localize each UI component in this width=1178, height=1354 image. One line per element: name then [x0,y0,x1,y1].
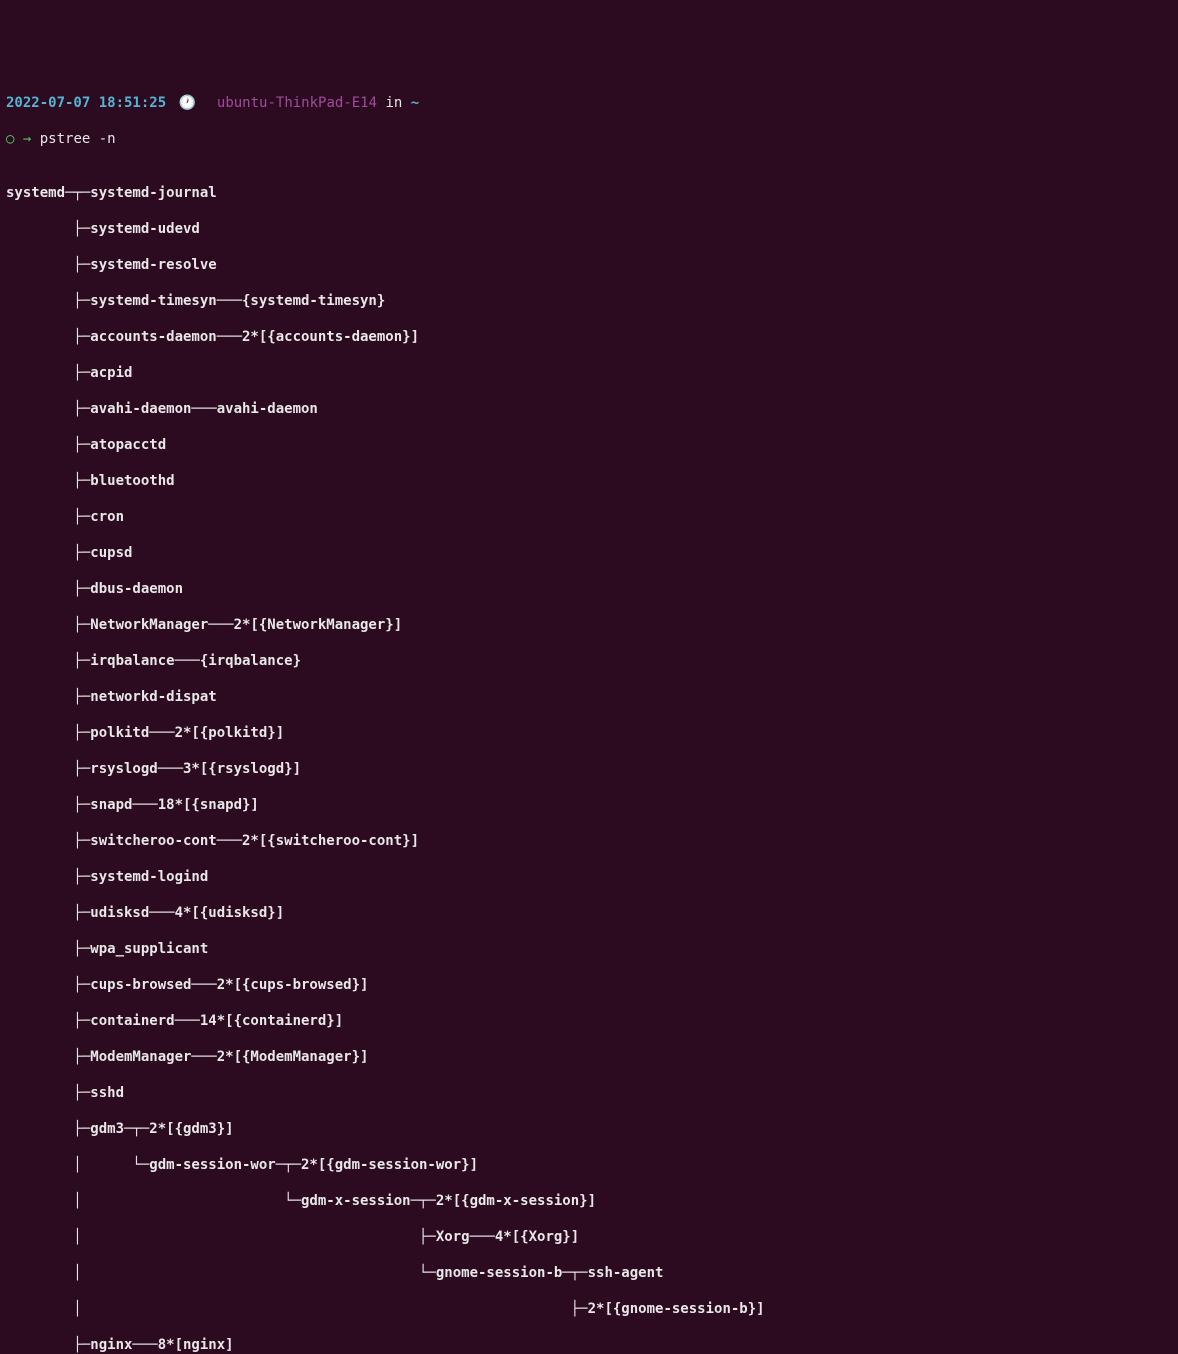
tree-line: ├─systemd-timesyn───{systemd-timesyn} [6,292,1172,310]
tree-line: ├─dbus-daemon [6,580,1172,598]
path: ~ [411,95,419,111]
tree-line: │ ├─Xorg───4*[{Xorg}] [6,1228,1172,1246]
prompt-arrow: → [23,131,31,147]
tree-line: ├─cups-browsed───2*[{cups-browsed}] [6,976,1172,994]
timestamp: 2022-07-07 18:51:25 [6,95,166,111]
tree-line: ├─sshd [6,1084,1172,1102]
hostname: ubuntu-ThinkPad-E14 [217,95,377,111]
clock-icon: 🕐 [179,95,196,111]
prompt-line-1: 2022-07-07 18:51:25 🕐 ubuntu-ThinkPad-E1… [6,94,1172,112]
tree-line: ├─bluetoothd [6,472,1172,490]
tree-line: ├─snapd───18*[{snapd}] [6,796,1172,814]
prompt-line-2[interactable]: ○ → pstree -n [6,130,1172,148]
in-word: in [385,95,402,111]
tree-line: ├─polkitd───2*[{polkitd}] [6,724,1172,742]
tree-line: ├─networkd-dispat [6,688,1172,706]
tree-line: ├─systemd-udevd [6,220,1172,238]
tree-line: ├─NetworkManager───2*[{NetworkManager}] [6,616,1172,634]
tree-line: ├─switcheroo-cont───2*[{switcheroo-cont}… [6,832,1172,850]
tree-line: ├─avahi-daemon───avahi-daemon [6,400,1172,418]
tree-line: │ ├─2*[{gnome-session-b}] [6,1300,1172,1318]
tree-line: ├─containerd───14*[{containerd}] [6,1012,1172,1030]
tree-line: │ └─gdm-session-wor─┬─2*[{gdm-session-wo… [6,1156,1172,1174]
tree-line: ├─ModemManager───2*[{ModemManager}] [6,1048,1172,1066]
command-text: pstree -n [40,131,116,147]
tree-line: ├─rsyslogd───3*[{rsyslogd}] [6,760,1172,778]
tree-line: ├─cupsd [6,544,1172,562]
tree-line: │ └─gdm-x-session─┬─2*[{gdm-x-session}] [6,1192,1172,1210]
terminal-output: 2022-07-07 18:51:25 🕐 ubuntu-ThinkPad-E1… [6,76,1172,1354]
pstree-output: systemd─┬─systemd-journal ├─systemd-udev… [6,166,1172,1354]
tree-line: │ └─gnome-session-b─┬─ssh-agent [6,1264,1172,1282]
tree-line: ├─atopacctd [6,436,1172,454]
tree-line: ├─systemd-resolve [6,256,1172,274]
prompt-circle: ○ [6,131,14,147]
tree-line: ├─gdm3─┬─2*[{gdm3}] [6,1120,1172,1138]
tree-line: ├─nginx───8*[nginx] [6,1336,1172,1354]
tree-line: ├─systemd-logind [6,868,1172,886]
tree-line: ├─wpa_supplicant [6,940,1172,958]
tree-line: systemd─┬─systemd-journal [6,184,1172,202]
tree-line: ├─acpid [6,364,1172,382]
tree-line: ├─cron [6,508,1172,526]
tree-line: ├─udisksd───4*[{udisksd}] [6,904,1172,922]
tree-line: ├─irqbalance───{irqbalance} [6,652,1172,670]
tree-line: ├─accounts-daemon───2*[{accounts-daemon}… [6,328,1172,346]
